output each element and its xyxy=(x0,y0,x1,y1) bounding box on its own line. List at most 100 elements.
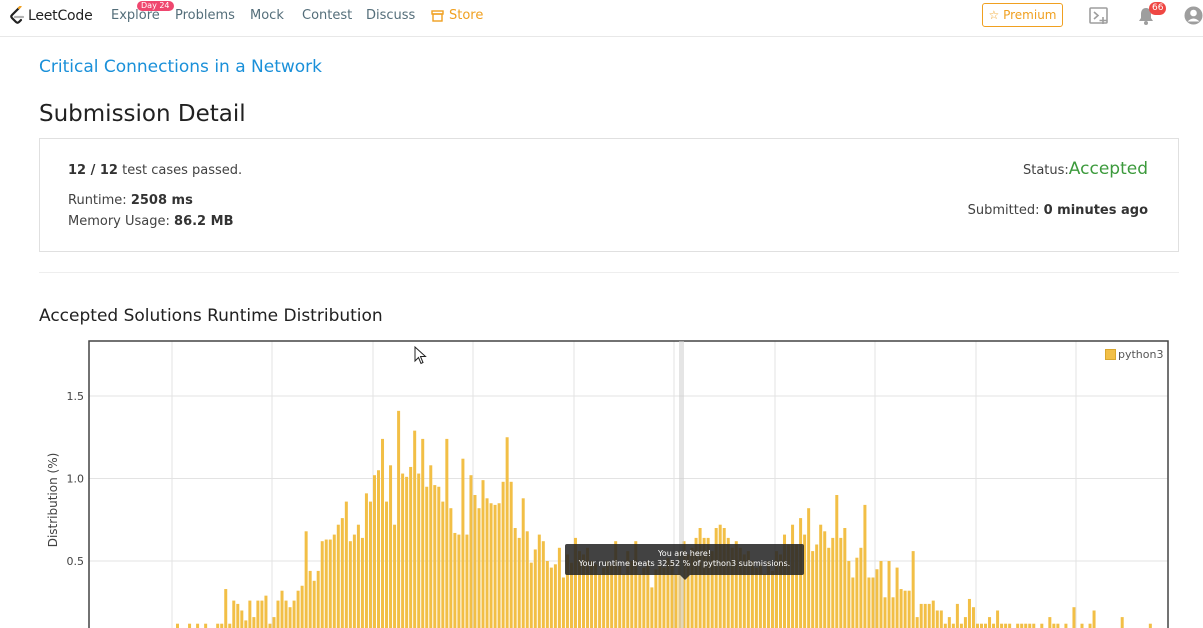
distribution-bar[interactable] xyxy=(935,610,939,628)
distribution-bar[interactable] xyxy=(356,524,360,628)
distribution-bar[interactable] xyxy=(196,623,200,628)
distribution-bar[interactable] xyxy=(863,504,867,628)
distribution-bar[interactable] xyxy=(1088,623,1092,628)
distribution-bar[interactable] xyxy=(718,524,722,628)
distribution-bar[interactable] xyxy=(1032,623,1036,628)
distribution-bar[interactable] xyxy=(959,623,963,628)
distribution-bar[interactable] xyxy=(1008,623,1012,628)
distribution-bar[interactable] xyxy=(232,600,236,628)
distribution-bar[interactable] xyxy=(650,587,654,628)
distribution-bar[interactable] xyxy=(851,577,855,628)
distribution-bar[interactable] xyxy=(947,617,951,628)
distribution-bar[interactable] xyxy=(324,539,328,628)
distribution-bar[interactable] xyxy=(485,498,489,628)
distribution-bar[interactable] xyxy=(843,528,847,628)
distribution-bar[interactable] xyxy=(951,623,955,628)
distribution-bar[interactable] xyxy=(545,561,549,628)
distribution-bar[interactable] xyxy=(292,600,296,628)
distribution-bar[interactable] xyxy=(996,610,1000,628)
distribution-bar[interactable] xyxy=(557,547,561,628)
nav-discuss[interactable]: Discuss xyxy=(366,8,415,23)
distribution-bar[interactable] xyxy=(967,598,971,628)
distribution-bar[interactable] xyxy=(348,541,352,628)
distribution-bar[interactable] xyxy=(1040,623,1044,628)
distribution-bar[interactable] xyxy=(228,623,232,628)
distribution-bar[interactable] xyxy=(417,473,421,628)
distribution-bar[interactable] xyxy=(284,600,288,628)
distribution-bar[interactable] xyxy=(943,623,947,628)
distribution-bar[interactable] xyxy=(248,600,252,628)
distribution-bar[interactable] xyxy=(815,544,819,628)
distribution-bar[interactable] xyxy=(381,438,385,628)
distribution-bar[interactable] xyxy=(372,475,376,628)
distribution-bar[interactable] xyxy=(521,498,525,628)
distribution-bar[interactable] xyxy=(931,600,935,628)
nav-mock[interactable]: Mock xyxy=(250,8,284,23)
distribution-bar[interactable] xyxy=(1028,623,1032,628)
distribution-bar[interactable] xyxy=(453,532,457,628)
distribution-bar[interactable] xyxy=(561,577,565,628)
distribution-bar[interactable] xyxy=(276,600,280,628)
distribution-bar[interactable] xyxy=(618,565,622,628)
distribution-bar[interactable] xyxy=(963,617,967,628)
distribution-bar[interactable] xyxy=(360,537,364,628)
distribution-bar[interactable] xyxy=(622,574,626,628)
distribution-bar[interactable] xyxy=(296,590,300,628)
distribution-bar[interactable] xyxy=(176,623,179,628)
distribution-bar[interactable] xyxy=(835,495,839,628)
distribution-bar[interactable] xyxy=(980,623,983,628)
distribution-bar[interactable] xyxy=(867,577,871,628)
distribution-bar[interactable] xyxy=(364,493,368,628)
distribution-bar[interactable] xyxy=(722,528,726,628)
distribution-bar[interactable] xyxy=(899,589,903,628)
distribution-bar[interactable] xyxy=(831,537,835,628)
distribution-bar[interactable] xyxy=(1024,623,1028,628)
distribution-bar[interactable] xyxy=(401,473,405,628)
problem-title-link[interactable]: Critical Connections in a Network xyxy=(39,57,322,77)
distribution-bar[interactable] xyxy=(1004,623,1008,628)
distribution-bar[interactable] xyxy=(642,567,646,628)
distribution-bar[interactable] xyxy=(336,524,340,628)
distribution-bar[interactable] xyxy=(939,610,943,628)
status-value[interactable]: Accepted xyxy=(1069,159,1148,179)
distribution-bar[interactable] xyxy=(477,508,481,628)
distribution-bar[interactable] xyxy=(300,585,304,628)
nav-problems[interactable]: Problems xyxy=(175,8,235,23)
distribution-bar[interactable] xyxy=(871,577,875,628)
distribution-bar[interactable] xyxy=(1048,617,1052,628)
distribution-bar[interactable] xyxy=(505,437,509,628)
chart-legend[interactable]: python3 xyxy=(1105,348,1163,361)
distribution-bar[interactable] xyxy=(1120,617,1124,628)
distribution-bar[interactable] xyxy=(469,475,473,628)
distribution-bar[interactable] xyxy=(955,603,959,628)
distribution-bar[interactable] xyxy=(344,501,348,628)
distribution-bar[interactable] xyxy=(1092,610,1096,628)
distribution-bar[interactable] xyxy=(811,551,815,628)
distribution-bar[interactable] xyxy=(473,495,477,628)
distribution-bar[interactable] xyxy=(425,486,429,628)
distribution-bar[interactable] xyxy=(509,481,513,628)
distribution-bar[interactable] xyxy=(895,567,899,628)
distribution-bar[interactable] xyxy=(220,623,224,628)
distribution-bar[interactable] xyxy=(332,534,336,628)
distribution-bar[interactable] xyxy=(405,476,409,628)
nav-contest[interactable]: Contest xyxy=(302,8,352,23)
distribution-bar[interactable] xyxy=(449,508,453,628)
distribution-bar[interactable] xyxy=(457,534,461,628)
distribution-bar[interactable] xyxy=(264,595,268,628)
distribution-bar[interactable] xyxy=(397,410,401,628)
distribution-bar[interactable] xyxy=(598,574,602,628)
distribution-bar[interactable] xyxy=(393,524,397,628)
distribution-bar[interactable] xyxy=(839,537,843,628)
distribution-bar[interactable] xyxy=(1000,623,1004,628)
distribution-bar[interactable] xyxy=(513,528,517,628)
distribution-bar[interactable] xyxy=(236,603,240,628)
distribution-bar[interactable] xyxy=(352,534,356,628)
distribution-bar[interactable] xyxy=(911,551,915,628)
distribution-bar[interactable] xyxy=(698,528,702,628)
distribution-bar[interactable] xyxy=(461,458,465,628)
distribution-bar[interactable] xyxy=(891,597,895,628)
playground-icon[interactable] xyxy=(1089,7,1110,25)
distribution-bar[interactable] xyxy=(674,574,678,628)
distribution-bar[interactable] xyxy=(320,541,324,628)
